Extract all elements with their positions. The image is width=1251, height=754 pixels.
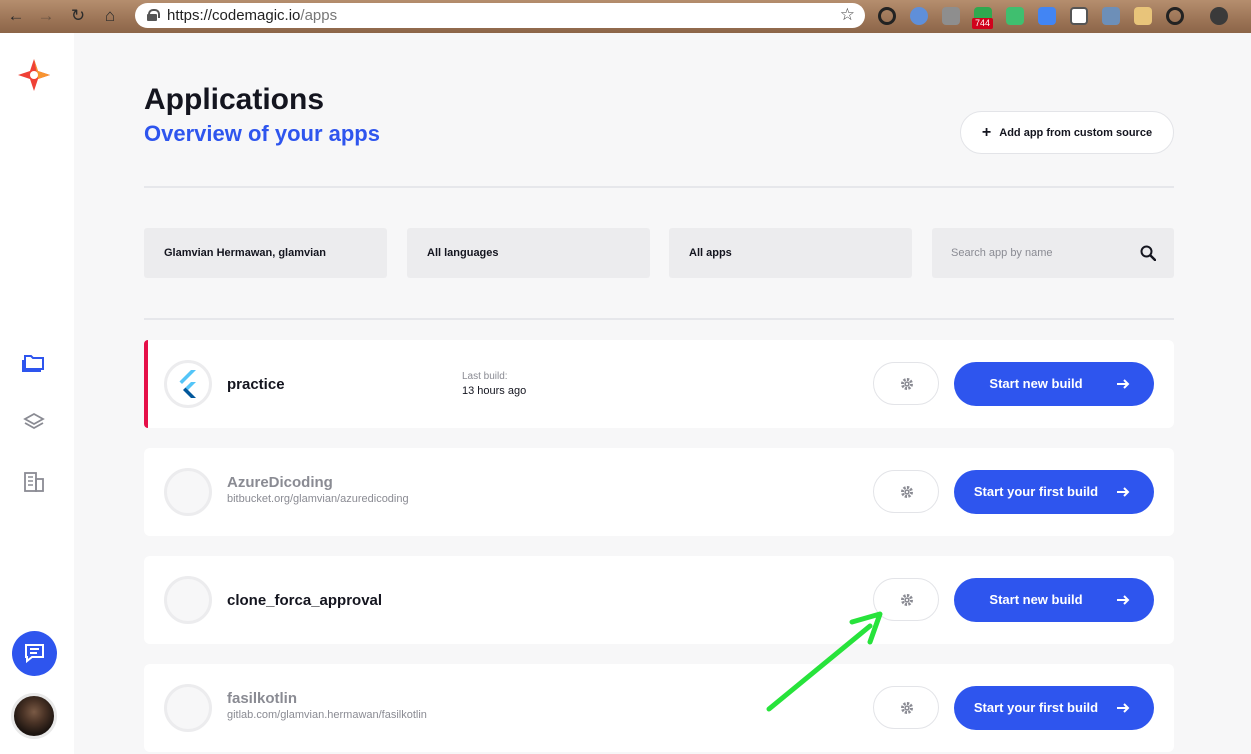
apps-filter[interactable]: All apps: [669, 228, 912, 278]
search-input[interactable]: [932, 228, 1132, 278]
main-content: Applications Overview of your apps + Add…: [74, 33, 1251, 754]
app-name[interactable]: clone_forca_approval: [227, 592, 382, 609]
codemagic-logo-icon[interactable]: [16, 57, 52, 93]
arrow-right-icon: [1117, 595, 1130, 605]
account-filter[interactable]: Glamvian Hermawan, glamvian: [144, 228, 387, 278]
reload-icon[interactable]: ↻: [68, 6, 88, 26]
app-avatar-placeholder: [164, 684, 212, 732]
last-build-label: Last build:: [462, 371, 508, 382]
app-repo-url: gitlab.com/glamvian.hermawan/fasilkotlin: [227, 709, 427, 721]
gear-icon: [901, 702, 913, 714]
sidebar: [0, 33, 74, 754]
app-card-practice[interactable]: practice Last build: 13 hours ago Start …: [144, 340, 1174, 428]
last-build-time: 13 hours ago: [462, 385, 527, 397]
arrow-right-icon: [1117, 703, 1130, 713]
gear-icon: [901, 378, 913, 390]
start-first-build-button[interactable]: Start your first build: [954, 686, 1154, 730]
app-name[interactable]: practice: [227, 376, 285, 393]
extension-translate-icon[interactable]: [1038, 7, 1056, 25]
start-build-button[interactable]: Start new build: [954, 578, 1154, 622]
flutter-icon: [164, 360, 212, 408]
browser-toolbar: ← → ↻ ⌂ https://codemagic.io/apps ☆ 744: [0, 0, 1251, 33]
apps-folder-icon[interactable]: [22, 350, 46, 374]
start-build-button[interactable]: Start new build: [954, 362, 1154, 406]
gear-icon: [901, 486, 913, 498]
add-app-button-label: Add app from custom source: [999, 126, 1153, 139]
extension-chat-icon[interactable]: [1006, 7, 1024, 25]
extension-badge: 744: [972, 18, 994, 29]
app-card-fasilkotlin[interactable]: fasilkotlin gitlab.com/glamvian.hermawan…: [144, 664, 1174, 752]
lock-icon: [147, 9, 160, 21]
app-repo-url: bitbucket.org/glamvian/azuredicoding: [227, 493, 409, 505]
start-build-label: Start new build: [989, 592, 1083, 607]
start-first-build-button[interactable]: Start your first build: [954, 470, 1154, 514]
builds-layers-icon[interactable]: [22, 410, 46, 434]
profile-icon[interactable]: [1210, 7, 1228, 25]
app-settings-button[interactable]: [873, 470, 939, 513]
address-bar[interactable]: https://codemagic.io/apps ☆: [135, 3, 865, 28]
add-app-button[interactable]: + Add app from custom source: [960, 111, 1174, 154]
plus-icon: +: [981, 123, 992, 141]
divider: [144, 318, 1174, 320]
gear-icon: [901, 594, 913, 606]
teams-building-icon[interactable]: [22, 470, 46, 494]
chat-button[interactable]: [12, 631, 57, 676]
search-box: [932, 228, 1174, 278]
app-settings-button[interactable]: [873, 362, 939, 405]
page-title: Applications: [144, 83, 325, 116]
app-settings-button[interactable]: [873, 578, 939, 621]
app-card-azuredicoding[interactable]: AzureDicoding bitbucket.org/glamvian/azu…: [144, 448, 1174, 536]
app-name[interactable]: AzureDicoding: [227, 474, 333, 491]
extension-refresh-icon[interactable]: [1166, 7, 1184, 25]
extension-sync-icon[interactable]: [878, 7, 896, 25]
app-avatar-placeholder: [164, 576, 212, 624]
app-card-clone-forca-approval[interactable]: clone_forca_approval Start new build: [144, 556, 1174, 644]
bookmark-star-icon[interactable]: ☆: [840, 5, 855, 25]
start-build-label: Start your first build: [973, 484, 1099, 499]
search-icon[interactable]: [1140, 245, 1156, 261]
extension-print-icon[interactable]: [942, 7, 960, 25]
extension-line-icon[interactable]: [1070, 7, 1088, 25]
language-filter[interactable]: All languages: [407, 228, 650, 278]
arrow-right-icon: [1117, 379, 1130, 389]
start-build-label: Start your first build: [973, 700, 1099, 715]
forward-icon[interactable]: →: [36, 6, 56, 26]
user-avatar[interactable]: [11, 693, 57, 739]
url-text: https://codemagic.io/apps: [167, 7, 338, 24]
chat-icon: [25, 644, 44, 664]
app-settings-button[interactable]: [873, 686, 939, 729]
extension-face-icon[interactable]: [1134, 7, 1152, 25]
extension-anchor-icon[interactable]: [1102, 7, 1120, 25]
extension-globe-icon[interactable]: [910, 7, 928, 25]
home-icon[interactable]: ⌂: [100, 6, 120, 26]
app-avatar-placeholder: [164, 468, 212, 516]
page-subtitle: Overview of your apps: [144, 121, 380, 146]
divider: [144, 186, 1174, 188]
start-build-label: Start new build: [989, 376, 1083, 391]
app-name[interactable]: fasilkotlin: [227, 690, 297, 707]
arrow-right-icon: [1117, 487, 1130, 497]
back-icon[interactable]: ←: [6, 6, 26, 26]
